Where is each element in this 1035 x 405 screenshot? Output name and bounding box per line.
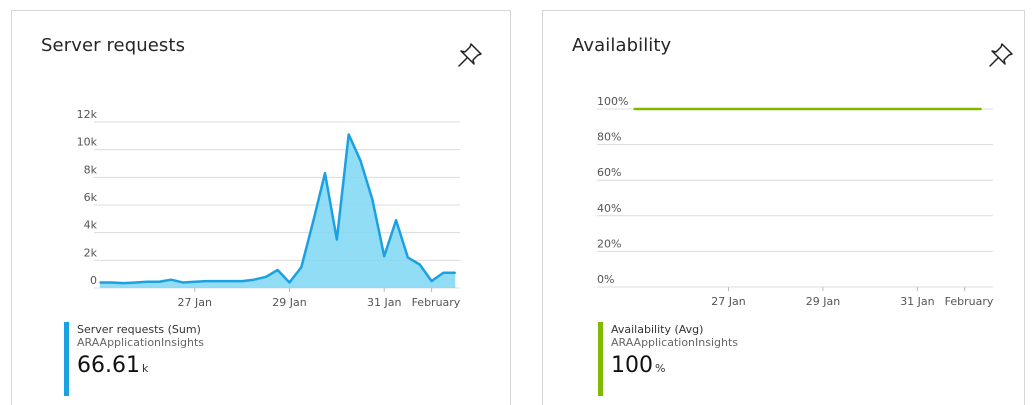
server-requests-chart: 0 2k 4k 6k 8k 10k 12k 27 Jan 29 Jan 31 Jan Februar…	[77, 108, 461, 309]
legend-resource-name: ARAApplicationInsights	[611, 336, 739, 349]
legend-value: 100	[611, 353, 653, 378]
data-point	[312, 220, 314, 223]
data-point	[288, 281, 291, 284]
data-point	[383, 255, 386, 257]
chart-legend[interactable]: Server requests (Sum) ARAApplicationInsi…	[64, 322, 204, 396]
x-tick-label: 31 Jan	[900, 295, 934, 308]
server-requests-tile[interactable]: Server requests 0 2k 4k 6k 8k 10k 12k 27 Jan 29 …	[11, 10, 511, 405]
data-point	[276, 269, 279, 271]
y-tick-label: 12k	[77, 108, 98, 121]
data-point	[253, 278, 255, 281]
y-tick-label: 20%	[597, 237, 621, 250]
data-point	[134, 281, 137, 284]
data-point	[217, 280, 220, 282]
data-point	[205, 280, 208, 282]
chart-legend[interactable]: Availability (Avg) ARAApplicationInsight…	[598, 322, 738, 396]
data-point	[395, 219, 397, 222]
data-point	[407, 256, 409, 259]
availability-tile[interactable]: Availability 0% 20% 40% 60% 80% 100% 27 Jan 29 …	[542, 10, 1025, 405]
data-point	[442, 271, 445, 274]
data-point	[99, 281, 101, 284]
data-point	[347, 133, 350, 136]
data-point	[146, 280, 149, 283]
data-point	[229, 280, 232, 282]
data-point	[324, 172, 326, 174]
x-tick-label: 29 Jan	[272, 296, 306, 309]
x-tick-label: 29 Jan	[806, 295, 840, 308]
data-point	[193, 280, 196, 283]
legend-resource-name: ARAApplicationInsights	[77, 336, 205, 349]
data-point	[170, 278, 172, 281]
y-tick-label: 4k	[84, 219, 98, 232]
data-point	[158, 280, 161, 283]
legend-unit: k	[141, 362, 149, 375]
y-tick-label: 6k	[84, 191, 98, 204]
y-tick-label: 0	[90, 274, 97, 287]
data-point	[454, 271, 457, 274]
series-area	[100, 134, 456, 288]
y-tick-label: 10k	[77, 136, 98, 149]
data-point	[264, 276, 267, 278]
x-tick-label: 31 Jan	[367, 296, 401, 309]
data-point	[300, 266, 303, 269]
x-tick-label: February	[412, 296, 461, 309]
data-point	[359, 159, 362, 162]
legend-metric-name: Availability (Avg)	[611, 323, 704, 336]
legend-unit: %	[655, 362, 666, 375]
data-point	[371, 198, 374, 201]
data-point	[980, 108, 982, 110]
data-point	[336, 238, 338, 241]
y-tick-label: 100%	[597, 95, 628, 108]
x-tick-label: 27 Jan	[178, 296, 212, 309]
x-tick-label: 27 Jan	[711, 295, 745, 308]
data-point	[633, 108, 635, 110]
availability-chart: 0% 20% 40% 60% 80% 100% 27 Jan 29 Jan 31 Jan Febr…	[597, 95, 994, 308]
data-point	[182, 281, 184, 284]
data-point	[418, 263, 421, 266]
y-tick-label: 0%	[597, 273, 614, 286]
legend-metric-name: Server requests (Sum)	[77, 323, 201, 336]
data-point	[111, 281, 113, 284]
y-tick-label: 80%	[597, 131, 621, 144]
y-tick-label: 40%	[597, 202, 621, 215]
data-point	[241, 280, 243, 282]
data-point	[430, 280, 433, 282]
y-tick-label: 2k	[84, 246, 98, 259]
data-point	[122, 282, 125, 284]
y-tick-label: 8k	[84, 163, 98, 176]
y-tick-label: 60%	[597, 166, 621, 179]
x-tick-label: February	[945, 295, 994, 308]
legend-value: 66.61	[77, 353, 140, 378]
